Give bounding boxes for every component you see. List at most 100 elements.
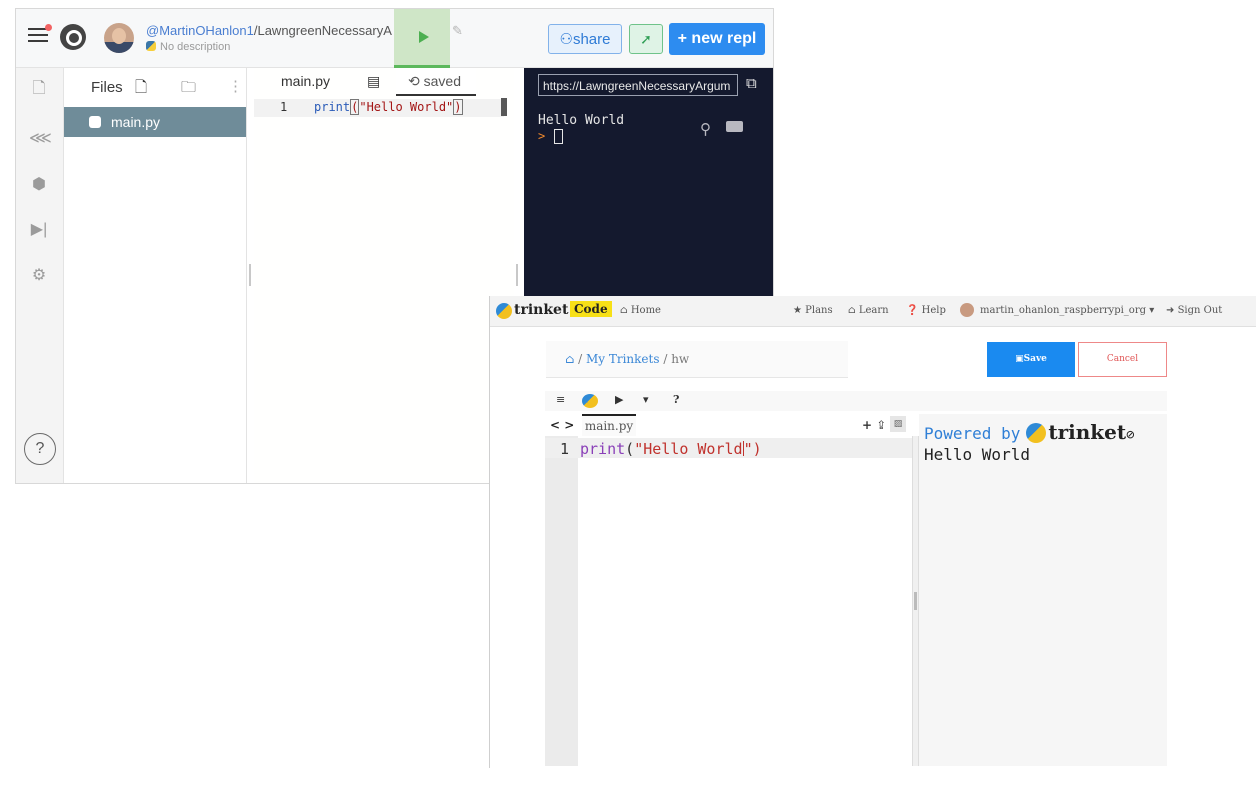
code-brackets-icon[interactable]: < > (550, 418, 574, 432)
run-icon (419, 31, 429, 43)
new-repl-button[interactable]: + new repl (669, 23, 765, 55)
repl-description[interactable]: No description (146, 41, 230, 53)
code-editor[interactable] (578, 436, 912, 766)
nav-plans[interactable]: ★ Plans (793, 305, 833, 316)
code-line[interactable]: print("Hello World") (580, 440, 762, 458)
repl-owner[interactable]: @MartinOHanlon1 (146, 23, 254, 38)
kebab-icon[interactable]: ⋮ (228, 77, 243, 95)
file-tab-main-py[interactable]: main.py (582, 414, 636, 436)
repl-description-text: No description (160, 41, 231, 53)
file-item-main-py[interactable]: main.py (64, 107, 246, 137)
code-paren-close: ) (453, 99, 463, 115)
trinket-navbar: trinket Code ⌂ Home ★ Plans ⌂ Learn ❓ He… (490, 296, 1256, 327)
editor-gutter (545, 436, 578, 766)
line-number: 1 (280, 100, 288, 114)
rocket-button[interactable]: ➚ (629, 24, 663, 54)
save-label: Save (1023, 354, 1047, 364)
run-button[interactable] (394, 9, 450, 68)
program-output: Hello World (924, 445, 1030, 464)
powered-by-brand: trinket (1048, 420, 1127, 444)
repl-name[interactable]: /LawngreenNecessaryA (254, 23, 392, 38)
code-string: "Hello World" (359, 100, 454, 114)
code-paren-open: ( (350, 99, 360, 115)
save-button[interactable]: ▣Save (987, 342, 1075, 377)
prompt-arrow: > (538, 129, 546, 143)
line-number: 1 (560, 440, 570, 458)
code-string: "Hello World (634, 440, 743, 458)
editor-tab[interactable]: main.py (281, 73, 330, 89)
share-label: share (572, 31, 611, 48)
nav-help-label: Help (921, 305, 946, 316)
breadcrumb-my-trinkets[interactable]: My Trinkets (586, 352, 660, 366)
search-icon[interactable]: ⚲ (700, 120, 711, 138)
debugger-icon[interactable]: ▶| (29, 220, 49, 240)
nav-home-label: Home (630, 305, 661, 316)
home-icon[interactable]: ⌂ (565, 352, 574, 366)
star-icon: ★ (793, 305, 802, 316)
trinket-brand[interactable]: trinket (514, 302, 568, 318)
menu-icon[interactable]: ≡ (556, 393, 565, 406)
help-button[interactable]: ? (24, 433, 56, 465)
trinket-window: trinket Code ⌂ Home ★ Plans ⌂ Learn ❓ He… (489, 296, 1256, 768)
avatar[interactable] (960, 303, 974, 317)
pane-splitter[interactable] (516, 264, 518, 286)
pane-splitter[interactable] (912, 436, 919, 766)
replit-topbar: @MartinOHanlon1/LawngreenNecessaryA No d… (16, 9, 773, 68)
files-title: Files (91, 79, 123, 96)
nav-learn[interactable]: ⌂ Learn (848, 305, 889, 316)
share-icon: ⚇ (559, 31, 573, 48)
trinket-logo-icon[interactable] (496, 303, 512, 319)
caret-down-icon[interactable]: ▾ (643, 393, 649, 406)
breadcrumb-separator: / (578, 352, 583, 366)
nav-signout[interactable]: ➜ Sign Out (1166, 305, 1222, 316)
editor-scrollbar[interactable] (501, 98, 507, 116)
output-pane (919, 414, 1167, 766)
no-entry-icon: ⊘ (1126, 427, 1135, 443)
help-button[interactable]: ? (673, 393, 679, 406)
files-pane: Files 🗋 🗀 ⋮ main.py (64, 68, 247, 483)
signout-icon: ➜ (1166, 305, 1175, 316)
powered-by-label: Powered by (924, 424, 1021, 443)
nav-help[interactable]: ❓ Help (906, 305, 946, 316)
add-file-icon[interactable]: 🗋 (135, 77, 147, 102)
nav-learn-label: Learn (858, 305, 889, 316)
nav-home[interactable]: ⌂ Home (620, 305, 661, 316)
pane-splitter[interactable] (249, 264, 251, 286)
saved-label: saved (423, 73, 461, 89)
avatar[interactable] (104, 23, 134, 53)
left-rail: 🗋 ⋘ ⬢ ▶| ⚙ ? (16, 68, 64, 483)
menu-icon[interactable] (28, 24, 52, 44)
user-menu[interactable]: martin_ohanlon_raspberrypi_org ▾ (980, 305, 1154, 316)
trinket-logo-icon[interactable] (582, 394, 598, 408)
pencil-icon[interactable]: ✎ (452, 23, 463, 39)
code-string-close: ") (743, 440, 762, 458)
replit-logo-icon[interactable] (60, 24, 86, 50)
code-line[interactable]: print("Hello World") (314, 99, 463, 115)
package-icon[interactable]: ⬢ (29, 175, 49, 195)
share-nodes-icon[interactable]: ⋘ (29, 129, 52, 149)
settings-icon[interactable]: ⚙ (29, 266, 49, 286)
add-folder-icon[interactable]: 🗀 (181, 77, 196, 102)
python-icon (89, 116, 101, 128)
url-bar[interactable]: https://LawngreenNecessaryArgum (538, 74, 738, 96)
add-file-icon[interactable]: + ⇪ (862, 418, 886, 432)
share-button[interactable]: ⚇share (548, 24, 622, 54)
run-icon[interactable]: ▶ (615, 393, 623, 406)
save-icon: ▣ (1015, 354, 1024, 364)
image-icon[interactable]: ▨ (890, 416, 906, 432)
external-link-icon[interactable]: ⧉ (746, 75, 762, 92)
repl-title[interactable]: @MartinOHanlon1/LawngreenNecessaryA (146, 23, 394, 38)
trinket-logo-icon (1026, 423, 1047, 443)
cancel-button[interactable]: Cancel (1078, 342, 1167, 377)
format-icon[interactable]: ▤ (367, 73, 380, 90)
caret-down-icon: ▾ (1149, 305, 1155, 316)
file-icon[interactable]: 🗋 (29, 79, 49, 99)
code-badge[interactable]: Code (570, 301, 612, 317)
clear-icon[interactable] (726, 121, 743, 132)
nav-signout-label: Sign Out (1177, 305, 1223, 316)
breadcrumb-current: hw (671, 352, 690, 366)
code-paren-open: ( (625, 440, 635, 458)
console-cursor (554, 129, 563, 144)
code-editor[interactable]: main.py ▤ ⟲ saved 1 print("Hello World") (254, 68, 514, 483)
powered-by[interactable]: Powered by trinket⊘ (924, 420, 1135, 444)
